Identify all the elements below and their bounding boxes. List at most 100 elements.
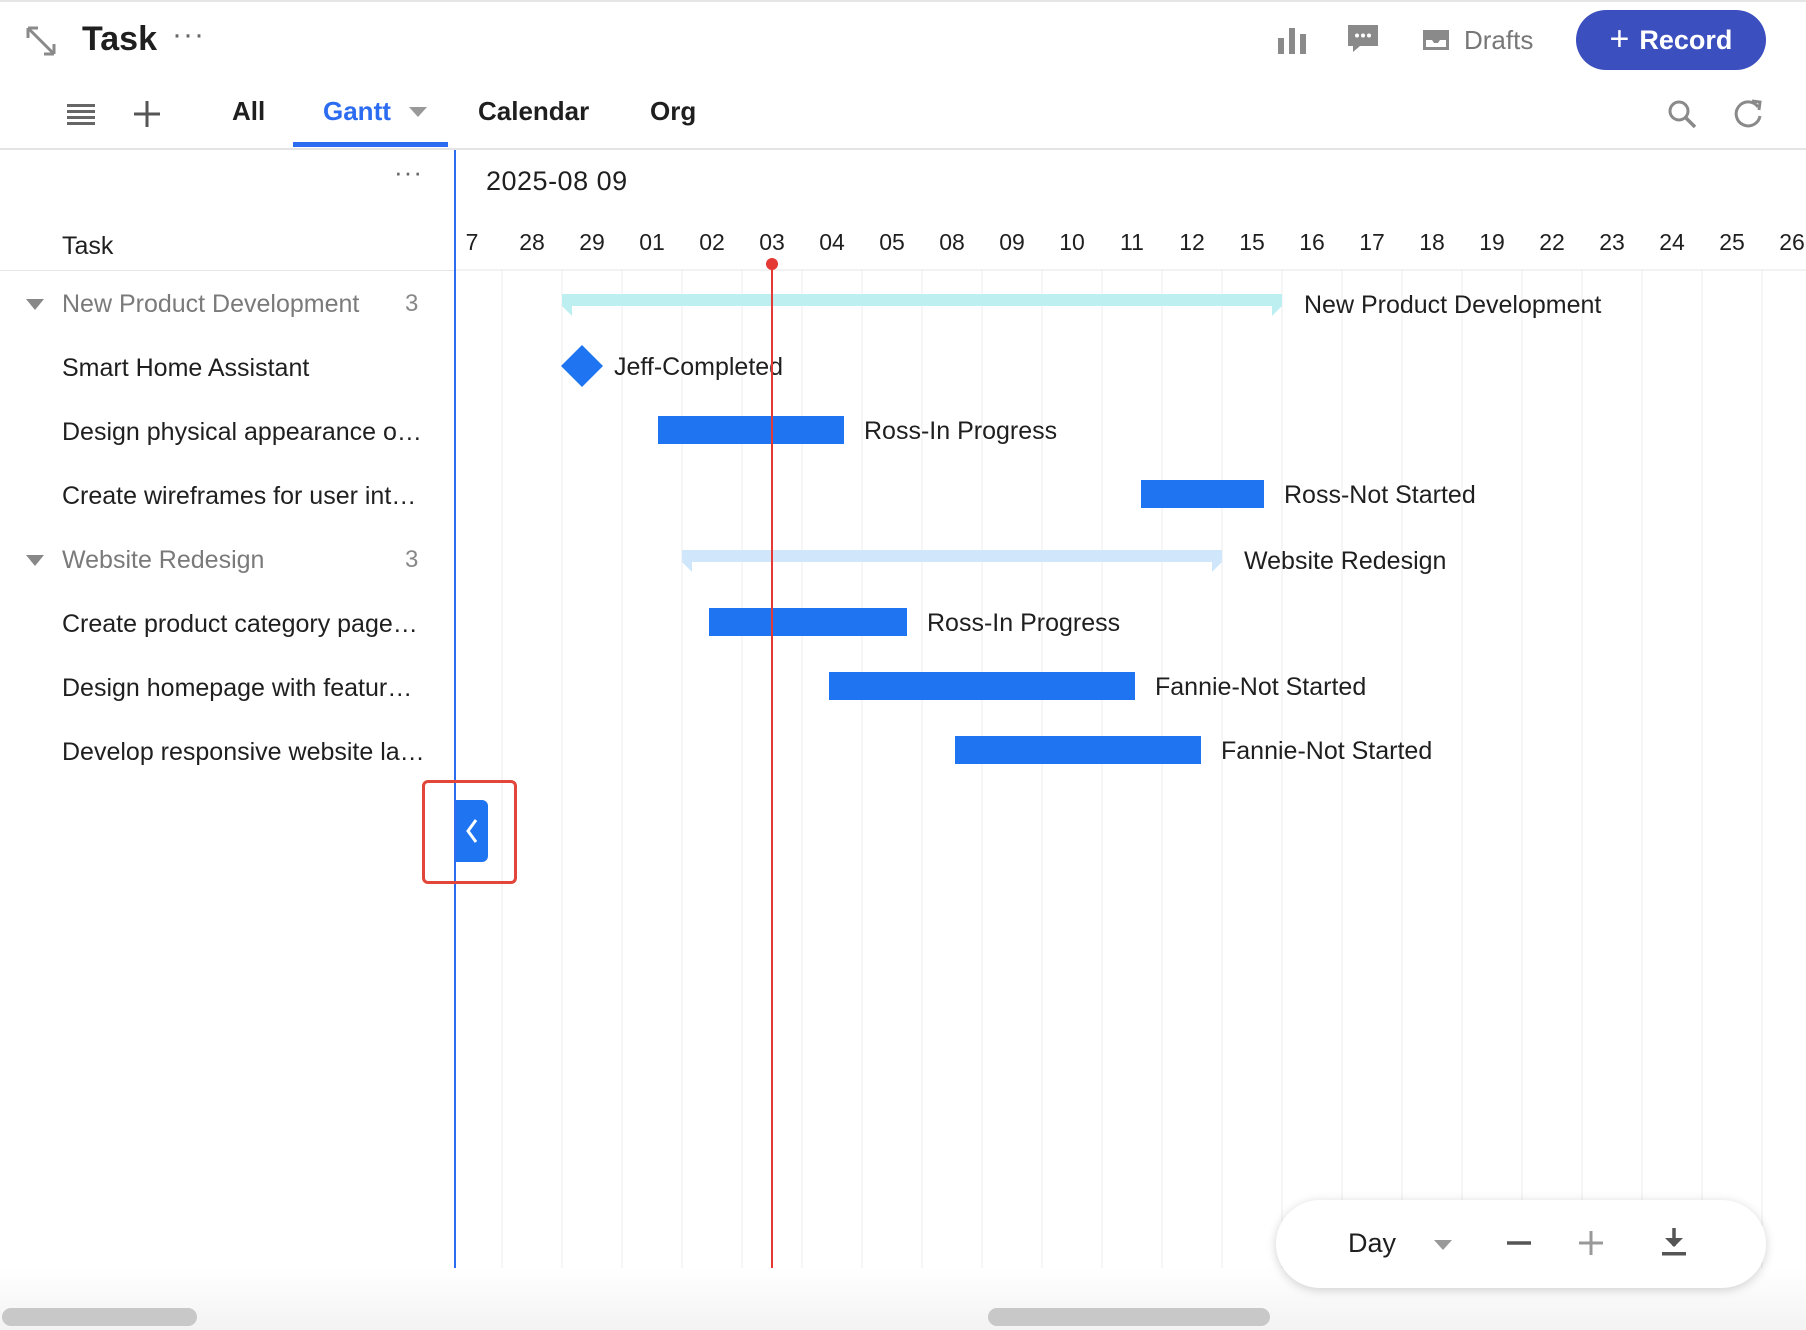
task-bar <box>709 608 907 636</box>
day-tick-label: 01 <box>639 229 665 255</box>
group-count-badge: 3 <box>405 290 419 317</box>
header-divider <box>0 270 455 271</box>
day-tick-label: 29 <box>579 229 605 255</box>
chevron-down-icon[interactable] <box>408 106 427 117</box>
bar-label: New Product Development <box>1304 291 1601 319</box>
task-label: Create wireframes for user int… <box>62 481 417 510</box>
group-summary-bar <box>682 550 1222 572</box>
group-label: New Product Development <box>62 289 360 318</box>
task-list-panel: ··· Task New Product Development 3 Smart H… <box>0 152 455 1330</box>
bar-label: Ross-In Progress <box>927 609 1120 637</box>
gantt-chart: 2025-08 09 7 28 29 01 02 03 04 05 08 09 10 11 12 15 16… <box>456 152 1806 1330</box>
task-row[interactable]: Smart Home Assistant <box>0 336 455 400</box>
day-tick-label: 03 <box>759 229 785 255</box>
group-count-badge: 3 <box>405 546 419 573</box>
comment-icon[interactable] <box>1346 22 1380 56</box>
task-column-header[interactable]: Task <box>62 232 113 261</box>
today-marker-dot <box>766 258 778 270</box>
bar-label: Fannie-Not Started <box>1221 737 1432 765</box>
bar-label: Ross-In Progress <box>864 417 1057 445</box>
page-title: Task <box>82 20 157 58</box>
day-tick-label: 17 <box>1359 229 1385 255</box>
drafts-icon <box>1423 30 1449 50</box>
chevron-down-icon[interactable] <box>1434 1240 1452 1250</box>
active-tab-indicator <box>293 142 448 147</box>
day-tick-label: 04 <box>819 229 845 255</box>
day-tick-label: 16 <box>1299 229 1325 255</box>
task-bar <box>658 416 844 444</box>
expand-icon[interactable] <box>24 24 58 58</box>
task-row[interactable]: Create wireframes for user int… <box>0 464 455 528</box>
refresh-icon[interactable] <box>1732 98 1764 130</box>
time-scale-select[interactable]: Day <box>1348 1228 1396 1259</box>
task-row[interactable]: Design physical appearance o… <box>0 400 455 464</box>
task-label: Design homepage with featur… <box>62 673 413 702</box>
download-icon[interactable] <box>1659 1226 1689 1258</box>
drafts-button[interactable]: Drafts <box>1420 20 1533 60</box>
day-tick-label: 18 <box>1419 229 1445 255</box>
record-button[interactable]: + Record <box>1576 10 1766 70</box>
task-label: Smart Home Assistant <box>62 353 310 382</box>
day-tick-label: 10 <box>1059 229 1085 255</box>
bar-label: Website Redesign <box>1244 547 1446 575</box>
add-view-icon[interactable] <box>132 98 162 130</box>
day-tick-label: 15 <box>1239 229 1265 255</box>
bar-label: Jeff-Completed <box>614 353 783 381</box>
group-row[interactable]: New Product Development 3 <box>0 272 455 336</box>
day-tick-label: 26 <box>1779 229 1805 255</box>
tab-gantt[interactable]: Gantt <box>323 96 427 127</box>
top-bar: Task ··· Drafts + Record <box>0 0 1806 80</box>
left-panel-scrollbar[interactable] <box>2 1308 197 1326</box>
task-bar <box>1141 480 1264 508</box>
day-tick-label: 08 <box>939 229 965 255</box>
day-tick-label: 05 <box>879 229 905 255</box>
plus-icon[interactable] <box>1576 1228 1606 1258</box>
task-row[interactable]: Design homepage with featur… <box>0 656 455 720</box>
bar-label: Fannie-Not Started <box>1155 673 1366 701</box>
milestone-diamond <box>561 345 603 387</box>
chevron-down-icon[interactable] <box>26 298 44 310</box>
day-tick-label: 22 <box>1539 229 1565 255</box>
gantt-timeline: 7 28 29 01 02 03 04 05 08 09 10 11 12 15 16 17 18 19 22 23 2… <box>456 229 1806 1330</box>
day-tick-label: 19 <box>1479 229 1505 255</box>
group-row[interactable]: Website Redesign 3 <box>0 528 455 592</box>
tab-calendar[interactable]: Calendar <box>478 96 589 127</box>
title-more-icon[interactable]: ··· <box>172 20 205 50</box>
day-tick-label: 23 <box>1599 229 1625 255</box>
chart-icon[interactable] <box>1276 24 1308 56</box>
panel-splitter[interactable] <box>454 150 456 1330</box>
day-tick-label: 02 <box>699 229 725 255</box>
day-tick-label: 24 <box>1659 229 1685 255</box>
task-row[interactable]: Develop responsive website la… <box>0 720 455 784</box>
day-tick-label: 09 <box>999 229 1025 255</box>
day-tick-label: 28 <box>519 229 545 255</box>
collapse-panel-button[interactable] <box>456 800 488 862</box>
view-tab-bar: All Gantt Calendar Org <box>0 80 1806 150</box>
group-label: Website Redesign <box>62 545 265 574</box>
bar-label: Ross-Not Started <box>1284 481 1476 509</box>
task-label: Design physical appearance o… <box>62 417 422 446</box>
list-more-icon[interactable]: ··· <box>394 159 423 185</box>
gantt-scrollbar[interactable] <box>988 1308 1270 1326</box>
zoom-controls: Day <box>1276 1200 1766 1288</box>
task-bar <box>955 736 1201 764</box>
task-label: Develop responsive website la… <box>62 737 425 766</box>
day-tick-label: 7 <box>466 229 479 255</box>
day-tick-label: 25 <box>1719 229 1745 255</box>
search-icon[interactable] <box>1666 98 1698 130</box>
tab-org[interactable]: Org <box>650 96 696 127</box>
menu-list-icon[interactable] <box>66 100 96 130</box>
chevron-left-icon <box>466 819 478 843</box>
drafts-label: Drafts <box>1464 24 1534 55</box>
day-tick-label: 12 <box>1179 229 1205 255</box>
chevron-down-icon[interactable] <box>26 554 44 566</box>
minus-icon[interactable] <box>1504 1228 1534 1258</box>
record-label: Record <box>1639 24 1733 55</box>
tab-gantt-label: Gantt <box>323 96 391 126</box>
tab-all[interactable]: All <box>232 96 265 127</box>
plus-icon: + <box>1609 19 1630 58</box>
day-tick-label: 11 <box>1120 229 1144 255</box>
task-bar <box>829 672 1135 700</box>
task-label: Create product category page… <box>62 609 418 638</box>
task-row[interactable]: Create product category page… <box>0 592 455 656</box>
